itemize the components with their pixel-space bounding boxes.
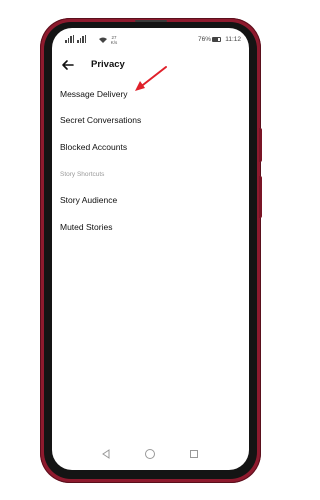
battery-icon	[212, 37, 221, 42]
navigation-bar	[52, 446, 249, 462]
network-speed-unit: K/s	[110, 40, 118, 45]
menu-item-secret-conversations[interactable]: Secret Conversations	[60, 115, 141, 125]
volume-button	[259, 176, 262, 218]
menu-item-blocked-accounts[interactable]: Blocked Accounts	[60, 142, 127, 152]
section-header-story-shortcuts: Story Shortcuts	[60, 171, 105, 178]
menu-item-message-delivery[interactable]: Message Delivery	[60, 89, 128, 99]
wifi-icon	[99, 37, 107, 43]
status-bar: 27 K/s 76% 11:12	[52, 28, 249, 50]
menu-item-story-audience[interactable]: Story Audience	[60, 195, 117, 205]
nav-back-icon[interactable]	[101, 449, 111, 459]
menu-item-muted-stories[interactable]: Muted Stories	[60, 222, 112, 232]
back-arrow-icon[interactable]	[61, 58, 75, 72]
power-button	[259, 128, 262, 162]
page-title: Privacy	[91, 59, 125, 70]
signal-icon	[65, 35, 74, 43]
earpiece-speaker	[135, 20, 167, 22]
phone-screen: 27 K/s 76% 11:12 Privacy Message Deliver…	[52, 28, 249, 470]
clock: 11:12	[225, 36, 241, 43]
nav-recents-icon[interactable]	[190, 450, 198, 458]
network-speed: 27 K/s	[110, 35, 118, 45]
battery-percent: 76%	[197, 36, 211, 43]
signal-icon-2	[77, 35, 86, 43]
annotation-arrow-icon	[135, 66, 167, 91]
nav-home-icon[interactable]	[145, 449, 155, 459]
